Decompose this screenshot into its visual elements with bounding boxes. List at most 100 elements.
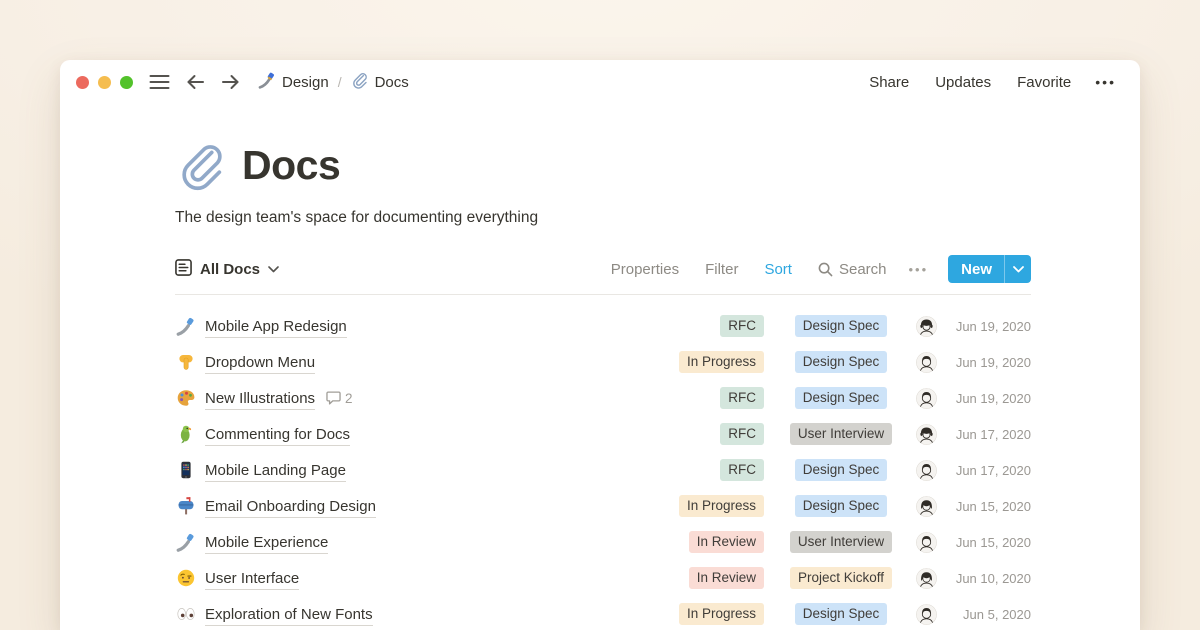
status-tag[interactable]: In Progress: [679, 495, 764, 517]
breadcrumb-separator: /: [338, 74, 342, 90]
comment-count-value: 2: [345, 391, 353, 406]
doc-title-link[interactable]: Dropdown Menu: [205, 354, 315, 371]
raised-eyebrow-face-icon: [175, 568, 196, 589]
comment-bubble-icon: [326, 391, 341, 405]
view-switcher-label: All Docs: [200, 261, 260, 278]
new-button-chevron-icon[interactable]: [1004, 255, 1031, 283]
paperclip-icon: [351, 71, 369, 93]
doc-type-tag[interactable]: User Interview: [790, 423, 892, 445]
avatar-woman: [916, 568, 937, 589]
avatar-woman: [916, 496, 937, 517]
breadcrumb-item-design[interactable]: Design: [254, 69, 333, 95]
mailbox-icon: [175, 496, 196, 517]
table-row: Dropdown Menu In Progress Design Spec Ju…: [175, 344, 1031, 380]
avatar-man: [916, 604, 937, 625]
row-date: Jun 5, 2020: [947, 607, 1031, 622]
back-button[interactable]: [186, 74, 205, 90]
palette-icon: [175, 388, 196, 409]
row-date: Jun 10, 2020: [947, 571, 1031, 586]
minimize-button[interactable]: [98, 76, 111, 89]
doc-title-link[interactable]: Email Onboarding Design: [205, 498, 376, 515]
row-date: Jun 19, 2020: [947, 319, 1031, 334]
status-tag[interactable]: RFC: [720, 459, 764, 481]
doc-title-link[interactable]: Exploration of New Fonts: [205, 606, 373, 623]
doc-list: Mobile App Redesign RFC Design Spec Jun …: [175, 308, 1031, 630]
page-title: Docs: [242, 142, 340, 189]
favorite-button[interactable]: Favorite: [1017, 74, 1071, 91]
search-button[interactable]: Search: [818, 261, 887, 278]
row-date: Jun 15, 2020: [947, 535, 1031, 550]
parrot-icon: [175, 424, 196, 445]
window-titlebar: Design / Docs Share Updates Favorite •••: [60, 60, 1140, 104]
status-tag[interactable]: In Review: [689, 531, 764, 553]
view-toolbar: All Docs Properties Filter Sort Search •…: [175, 255, 1031, 295]
row-date: Jun 19, 2020: [947, 355, 1031, 370]
zoom-button[interactable]: [120, 76, 133, 89]
search-icon: [818, 262, 833, 277]
avatar-man: [916, 388, 937, 409]
doc-type-tag[interactable]: Design Spec: [795, 315, 888, 337]
paintbrush-icon: [175, 532, 196, 553]
chevron-down-icon: [268, 266, 279, 273]
doc-type-tag[interactable]: Design Spec: [795, 387, 888, 409]
filter-button[interactable]: Filter: [705, 261, 738, 278]
toolbar-more-icon[interactable]: •••: [909, 262, 929, 277]
doc-title-link[interactable]: Commenting for Docs: [205, 426, 350, 443]
doc-title-link[interactable]: Mobile Experience: [205, 534, 328, 551]
table-row: Mobile Experience In Review User Intervi…: [175, 524, 1031, 560]
doc-title-link[interactable]: Mobile Landing Page: [205, 462, 346, 479]
page-paperclip-icon[interactable]: [175, 138, 229, 192]
page-description: The design team's space for documenting …: [175, 209, 1031, 227]
row-date: Jun 19, 2020: [947, 391, 1031, 406]
table-row: Mobile App Redesign RFC Design Spec Jun …: [175, 308, 1031, 344]
paintbrush-icon: [175, 316, 196, 337]
table-row: Exploration of New Fonts In Progress Des…: [175, 596, 1031, 630]
status-tag[interactable]: RFC: [720, 387, 764, 409]
more-options-icon[interactable]: •••: [1095, 74, 1116, 90]
row-date: Jun 17, 2020: [947, 463, 1031, 478]
avatar-man: [916, 352, 937, 373]
close-button[interactable]: [76, 76, 89, 89]
forward-button[interactable]: [221, 74, 240, 90]
sort-button[interactable]: Sort: [764, 261, 792, 278]
status-tag[interactable]: In Progress: [679, 351, 764, 373]
avatar-man: [916, 532, 937, 553]
breadcrumb-label: Docs: [375, 74, 409, 91]
doc-title-link[interactable]: User Interface: [205, 570, 299, 587]
avatar-woman-headphones: [916, 424, 937, 445]
new-button-label: New: [948, 255, 1004, 283]
status-tag[interactable]: In Review: [689, 567, 764, 589]
traffic-lights: [76, 76, 133, 89]
table-row: Mobile Landing Page RFC Design Spec Jun …: [175, 452, 1031, 488]
share-button[interactable]: Share: [869, 74, 909, 91]
status-tag[interactable]: In Progress: [679, 603, 764, 625]
doc-type-tag[interactable]: Design Spec: [795, 351, 888, 373]
row-date: Jun 17, 2020: [947, 427, 1031, 442]
doc-type-tag[interactable]: User Interview: [790, 531, 892, 553]
table-row: Commenting for Docs RFC User Interview J…: [175, 416, 1031, 452]
updates-button[interactable]: Updates: [935, 74, 991, 91]
mobile-phone-icon: [175, 460, 196, 481]
doc-type-tag[interactable]: Design Spec: [795, 603, 888, 625]
menu-icon[interactable]: [149, 74, 170, 90]
eyes-icon: [175, 604, 196, 625]
table-row: New Illustrations 2 RFC Design Spec Jun …: [175, 380, 1031, 416]
avatar-man: [916, 460, 937, 481]
table-row: User Interface In Review Project Kickoff…: [175, 560, 1031, 596]
status-tag[interactable]: RFC: [720, 315, 764, 337]
list-view-icon: [175, 259, 192, 280]
view-switcher[interactable]: All Docs: [175, 259, 279, 280]
doc-title-link[interactable]: Mobile App Redesign: [205, 318, 347, 335]
avatar-woman-headphones: [916, 316, 937, 337]
doc-type-tag[interactable]: Project Kickoff: [790, 567, 892, 589]
doc-title-link[interactable]: New Illustrations: [205, 390, 315, 407]
new-button[interactable]: New: [948, 255, 1031, 283]
breadcrumb-item-docs[interactable]: Docs: [347, 69, 413, 95]
doc-type-tag[interactable]: Design Spec: [795, 459, 888, 481]
status-tag[interactable]: RFC: [720, 423, 764, 445]
doc-type-tag[interactable]: Design Spec: [795, 495, 888, 517]
comment-count[interactable]: 2: [326, 391, 353, 406]
page-header: Docs: [175, 138, 1031, 192]
properties-button[interactable]: Properties: [611, 261, 679, 278]
paintbrush-icon: [258, 71, 276, 93]
